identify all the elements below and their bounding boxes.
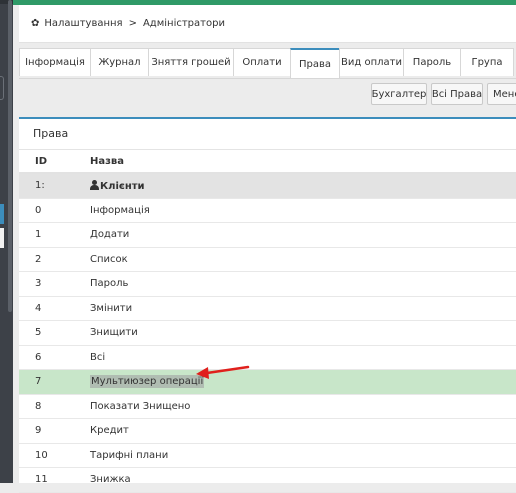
row-name: Додати: [90, 222, 516, 248]
table-row[interactable]: 9 Кредит: [19, 418, 516, 444]
group-row: 1: Клієнти: [19, 173, 516, 199]
panel-title: Права: [19, 119, 516, 150]
table-row[interactable]: 10 Тарифні плани: [19, 443, 516, 468]
table-row[interactable]: 4 Змінити: [19, 296, 516, 321]
rights-panel: Права ID Назва 1: Клієнти 0 Інформація 1Д…: [19, 117, 516, 493]
breadcrumb: ✿ Налаштування > Адміністратори: [19, 5, 516, 43]
row-name: Знижка: [90, 467, 516, 493]
table-row[interactable]: 11 Знижка: [19, 467, 516, 493]
row-id: 1: [19, 222, 90, 248]
sidebar-active-marker[interactable]: [0, 204, 4, 224]
tab-journal[interactable]: Журнал: [90, 48, 149, 76]
row-id: 10: [19, 443, 90, 468]
row-id: 2: [19, 247, 90, 272]
row-name: Інформація: [90, 198, 516, 223]
tab-rights[interactable]: Права: [290, 48, 340, 78]
table-row[interactable]: 2 Список: [19, 247, 516, 272]
row-id: 11: [19, 467, 90, 493]
row-name: Тарифні плани: [90, 443, 516, 468]
table-row[interactable]: 3 Пароль: [19, 271, 516, 297]
table-header: ID Назва: [19, 150, 516, 174]
tab-password[interactable]: Пароль: [403, 48, 461, 76]
sidebar-marker[interactable]: [0, 228, 4, 248]
tab-bar: Інформація Журнал Зняття грошей Оплати П…: [19, 48, 516, 79]
row-name: Показати Знищено: [90, 394, 516, 419]
selected-text: Мультиюзер операції: [90, 375, 205, 389]
row-id: 8: [19, 394, 90, 419]
row-id: 9: [19, 418, 90, 444]
group-id: 1:: [19, 173, 90, 199]
row-id: 4: [19, 296, 90, 321]
table-row[interactable]: 6 Всі: [19, 345, 516, 370]
row-name: Кредит: [90, 418, 516, 444]
header-name: Назва: [90, 150, 516, 174]
tab-payments[interactable]: Оплати: [233, 48, 291, 76]
table-row-highlighted[interactable]: 7 Мультиюзер операції: [19, 369, 516, 395]
group-label: Клієнти: [100, 180, 145, 192]
tab-withdrawals[interactable]: Зняття грошей: [148, 48, 234, 76]
table-row[interactable]: 8 Показати Знищено: [19, 394, 516, 419]
row-id: 5: [19, 320, 90, 346]
row-id: 3: [19, 271, 90, 297]
table-row[interactable]: 5 Знищити: [19, 320, 516, 346]
row-name: Список: [90, 247, 516, 272]
user-icon: [90, 179, 99, 190]
rights-table: ID Назва 1: Клієнти 0 Інформація 1 Додати …: [19, 150, 516, 493]
row-name: Знищити: [90, 320, 516, 346]
accountant-button[interactable]: Бухгалтер: [371, 83, 427, 105]
row-name: Мультиюзер операції: [90, 369, 516, 395]
all-rights-button[interactable]: Всі Права: [431, 83, 483, 105]
left-sidebar: [0, 0, 13, 483]
sidebar-scrollbar[interactable]: [8, 0, 12, 312]
row-name: Змінити: [90, 296, 516, 321]
table-row[interactable]: 1 Додати: [19, 222, 516, 248]
tab-group[interactable]: Група: [460, 48, 514, 76]
header-id: ID: [19, 150, 90, 174]
row-id: 7: [19, 369, 90, 395]
row-name: Всі: [90, 345, 516, 370]
group-name: Клієнти: [90, 173, 516, 199]
row-id: 0: [19, 198, 90, 223]
row-name: Пароль: [90, 271, 516, 297]
manager-button[interactable]: Мене: [487, 83, 516, 105]
tab-info[interactable]: Інформація: [19, 48, 91, 76]
breadcrumb-section[interactable]: Налаштування: [44, 18, 122, 29]
row-id: 6: [19, 345, 90, 370]
breadcrumb-page: Адміністратори: [142, 18, 225, 29]
breadcrumb-separator: >: [128, 18, 137, 29]
button-row: Бухгалтер Всі Права Мене: [13, 83, 516, 109]
tab-payment-type[interactable]: Вид оплати: [339, 48, 404, 76]
gear-icon: ✿: [31, 18, 40, 29]
main-content: ✿ Налаштування > Адміністратори Інформац…: [13, 5, 516, 493]
table-row[interactable]: 0 Інформація: [19, 198, 516, 223]
sidebar-toggle[interactable]: [0, 76, 4, 100]
